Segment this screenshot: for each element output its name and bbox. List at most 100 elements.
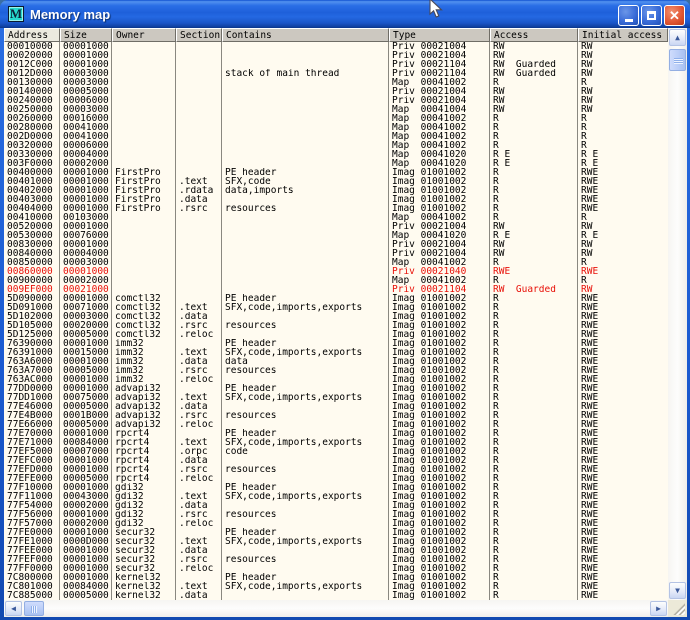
table-row[interactable]: 7C80000000001000kernel32PE headerImag 01…	[4, 573, 668, 582]
table-row[interactable]: 0052000000001000Priv 00021004RWRW	[4, 222, 668, 231]
table-row[interactable]: 0090000000002000Map 00041002RR	[4, 276, 668, 285]
horizontal-scrollbar[interactable]: ◀ ▶	[4, 600, 668, 617]
table-row[interactable]: 0041000000103000Map 00041002RR	[4, 213, 668, 222]
table-row[interactable]: 0024000000006000Priv 00021004RWRW	[4, 96, 668, 105]
table-row[interactable]: 763A700000005000imm32.rsrcresourcesImag …	[4, 366, 668, 375]
table-row[interactable]: 0012C00000001000Priv 00021104RW GuardedR…	[4, 60, 668, 69]
cell-size: 00075000	[60, 393, 112, 402]
cell-access: R E	[490, 159, 578, 168]
table-row[interactable]: 5D12500000005000comctl32.relocImag 01001…	[4, 330, 668, 339]
cell-access: R	[490, 114, 578, 123]
column-header-size[interactable]: Size	[60, 28, 112, 42]
vertical-scrollbar[interactable]: ▲ ▼	[668, 28, 687, 600]
table-row[interactable]: 5D09000000001000comctl32PE headerImag 01…	[4, 294, 668, 303]
table-row[interactable]: 0085000000003000Map 00041002RR	[4, 258, 668, 267]
table-row[interactable]: 77E6600000005000advapi32.relocImag 01001…	[4, 420, 668, 429]
table-row[interactable]: 77F5700000002000gdi32.relocImag 01001002…	[4, 519, 668, 528]
table-row[interactable]: 0040100000001000FirstPro.textSFX,codeIma…	[4, 177, 668, 186]
column-header-section[interactable]: Section	[176, 28, 222, 42]
table-row[interactable]: 77F1000000001000gdi32PE headerImag 01001…	[4, 483, 668, 492]
titlebar[interactable]: M Memory map ✕	[0, 0, 690, 28]
column-header-owner[interactable]: Owner	[112, 28, 176, 42]
cell-section	[176, 384, 222, 393]
table-row[interactable]: 77E7100000084000rpcrt4.textSFX,code,impo…	[4, 438, 668, 447]
table-row[interactable]: 7C80100000084000kernel32.textSFX,code,im…	[4, 582, 668, 591]
table-row[interactable]: 77F5600000001000gdi32.rsrcresourcesImag …	[4, 510, 668, 519]
table-row[interactable]: 0040200000001000FirstPro.rdatadata,impor…	[4, 186, 668, 195]
table-row[interactable]: 77EFC00000001000rpcrt4.dataImag 01001002…	[4, 456, 668, 465]
cell-owner: FirstPro	[112, 186, 176, 195]
scroll-left-button[interactable]: ◀	[5, 601, 22, 616]
table-row[interactable]: 0014000000005000Priv 00021004RWRW	[4, 87, 668, 96]
table-row[interactable]: 0033000000004000Map 00041020R ER E	[4, 150, 668, 159]
column-header-contains[interactable]: Contains	[222, 28, 389, 42]
cell-type: Imag 01001002	[389, 294, 490, 303]
cell-contains: resources	[222, 510, 389, 519]
table-row[interactable]: 77EFD00000001000rpcrt4.rsrcresourcesImag…	[4, 465, 668, 474]
cell-address: 00140000	[4, 87, 60, 96]
table-row[interactable]: 0083000000001000Priv 00021004RWRW	[4, 240, 668, 249]
table-row[interactable]: 7639100000015000imm32.textSFX,code,impor…	[4, 348, 668, 357]
table-row[interactable]: 0012D00000003000stack of main threadPriv…	[4, 69, 668, 78]
cell-contains: SFX,code,imports,exports	[222, 438, 389, 447]
table-row[interactable]: 003F000000002000Map 00041020R ER E	[4, 159, 668, 168]
table-row[interactable]: 0040300000001000FirstPro.dataImag 010010…	[4, 195, 668, 204]
cell-size: 00001000	[60, 528, 112, 537]
cell-type: Imag 01001002	[389, 303, 490, 312]
table-row[interactable]: 77E4B0000001B000advapi32.rsrcresourcesIm…	[4, 411, 668, 420]
table-row[interactable]: 77EFE00000005000rpcrt4.relocImag 0100100…	[4, 474, 668, 483]
table-row[interactable]: 0002000000001000Priv 00021004RWRW	[4, 51, 668, 60]
table-row[interactable]: 7639000000001000imm32PE headerImag 01001…	[4, 339, 668, 348]
table-row[interactable]: 0084000000004000Priv 00021004RWRW	[4, 249, 668, 258]
table-row[interactable]: 0040000000001000FirstProPE headerImag 01…	[4, 168, 668, 177]
table-row[interactable]: 0086000000001000Priv 00021040RWERWE	[4, 267, 668, 276]
table-row[interactable]: 77FE10000000D000secur32.textSFX,code,imp…	[4, 537, 668, 546]
close-button[interactable]: ✕	[664, 5, 685, 26]
table-row[interactable]: 763AC00000001000imm32.relocImag 01001002…	[4, 375, 668, 384]
table-row[interactable]: 77FE000000001000secur32PE headerImag 010…	[4, 528, 668, 537]
maximize-button[interactable]	[641, 5, 662, 26]
cell-initial: RWE	[578, 186, 668, 195]
scroll-down-button[interactable]: ▼	[669, 582, 686, 599]
table-row[interactable]: 0053000000076000Map 00041020R ER E	[4, 231, 668, 240]
cell-owner	[112, 42, 176, 51]
table-row[interactable]: 77F1100000043000gdi32.textSFX,code,impor…	[4, 492, 668, 501]
table-row[interactable]: 0001000000001000Priv 00021004RWRW	[4, 42, 668, 51]
column-header-type[interactable]: Type	[389, 28, 490, 42]
scroll-right-button[interactable]: ▶	[650, 601, 667, 616]
table-row[interactable]: 77FF000000001000secur32.relocImag 010010…	[4, 564, 668, 573]
table-row[interactable]: 002D000000041000Map 00041002RR	[4, 132, 668, 141]
horizontal-scroll-thumb[interactable]	[24, 601, 44, 616]
table-row[interactable]: 009EF00000021000Priv 00021104RW GuardedR…	[4, 285, 668, 294]
table-row[interactable]: 77FEF00000001000secur32.rsrcresourcesIma…	[4, 555, 668, 564]
column-header-address[interactable]: Address	[4, 28, 60, 42]
table-row[interactable]: 77DD000000001000advapi32PE headerImag 01…	[4, 384, 668, 393]
column-header-initial[interactable]: Initial access	[578, 28, 668, 42]
table-row[interactable]: 0026000000016000Map 00041002RR	[4, 114, 668, 123]
table-row[interactable]: 77E7000000001000rpcrt4PE headerImag 0100…	[4, 429, 668, 438]
cell-owner: secur32	[112, 564, 176, 573]
table-row[interactable]: 763A600000001000imm32.datadataImag 01001…	[4, 357, 668, 366]
table-row[interactable]: 7C88500000005000kernel32.dataImag 010010…	[4, 591, 668, 600]
resize-grip[interactable]	[668, 600, 687, 617]
table-row[interactable]: 0025000000003000Map 00041004RWRW	[4, 105, 668, 114]
table-row[interactable]: 0032000000006000Map 00041002RR	[4, 141, 668, 150]
table-row[interactable]: 0028000000041000Map 00041002RR	[4, 123, 668, 132]
table-row[interactable]: 0013000000003000Map 00041002RR	[4, 78, 668, 87]
table-row[interactable]: 77F5400000002000gdi32.dataImag 01001002R…	[4, 501, 668, 510]
minimize-button[interactable]	[618, 5, 639, 26]
memory-map-window: M Memory map ✕ AddressSizeOwnerSectionCo…	[0, 0, 690, 620]
table-row[interactable]: 5D10200000003000comctl32.dataImag 010010…	[4, 312, 668, 321]
table-row[interactable]: 77E4600000005000advapi32.dataImag 010010…	[4, 402, 668, 411]
table-row[interactable]: 5D10500000020000comctl32.rsrcresourcesIm…	[4, 321, 668, 330]
column-header-access[interactable]: Access	[490, 28, 578, 42]
cell-section: .text	[176, 303, 222, 312]
table-row[interactable]: 77DD100000075000advapi32.textSFX,code,im…	[4, 393, 668, 402]
table-row[interactable]: 5D09100000071000comctl32.textSFX,code,im…	[4, 303, 668, 312]
table-row[interactable]: 0040400000001000FirstPro.rsrcresourcesIm…	[4, 204, 668, 213]
vertical-scroll-thumb[interactable]	[669, 49, 686, 71]
cell-size: 00002000	[60, 519, 112, 528]
scroll-up-button[interactable]: ▲	[669, 29, 686, 46]
table-row[interactable]: 77FEE00000001000secur32.dataImag 0100100…	[4, 546, 668, 555]
table-row[interactable]: 77EF500000007000rpcrt4.orpccodeImag 0100…	[4, 447, 668, 456]
